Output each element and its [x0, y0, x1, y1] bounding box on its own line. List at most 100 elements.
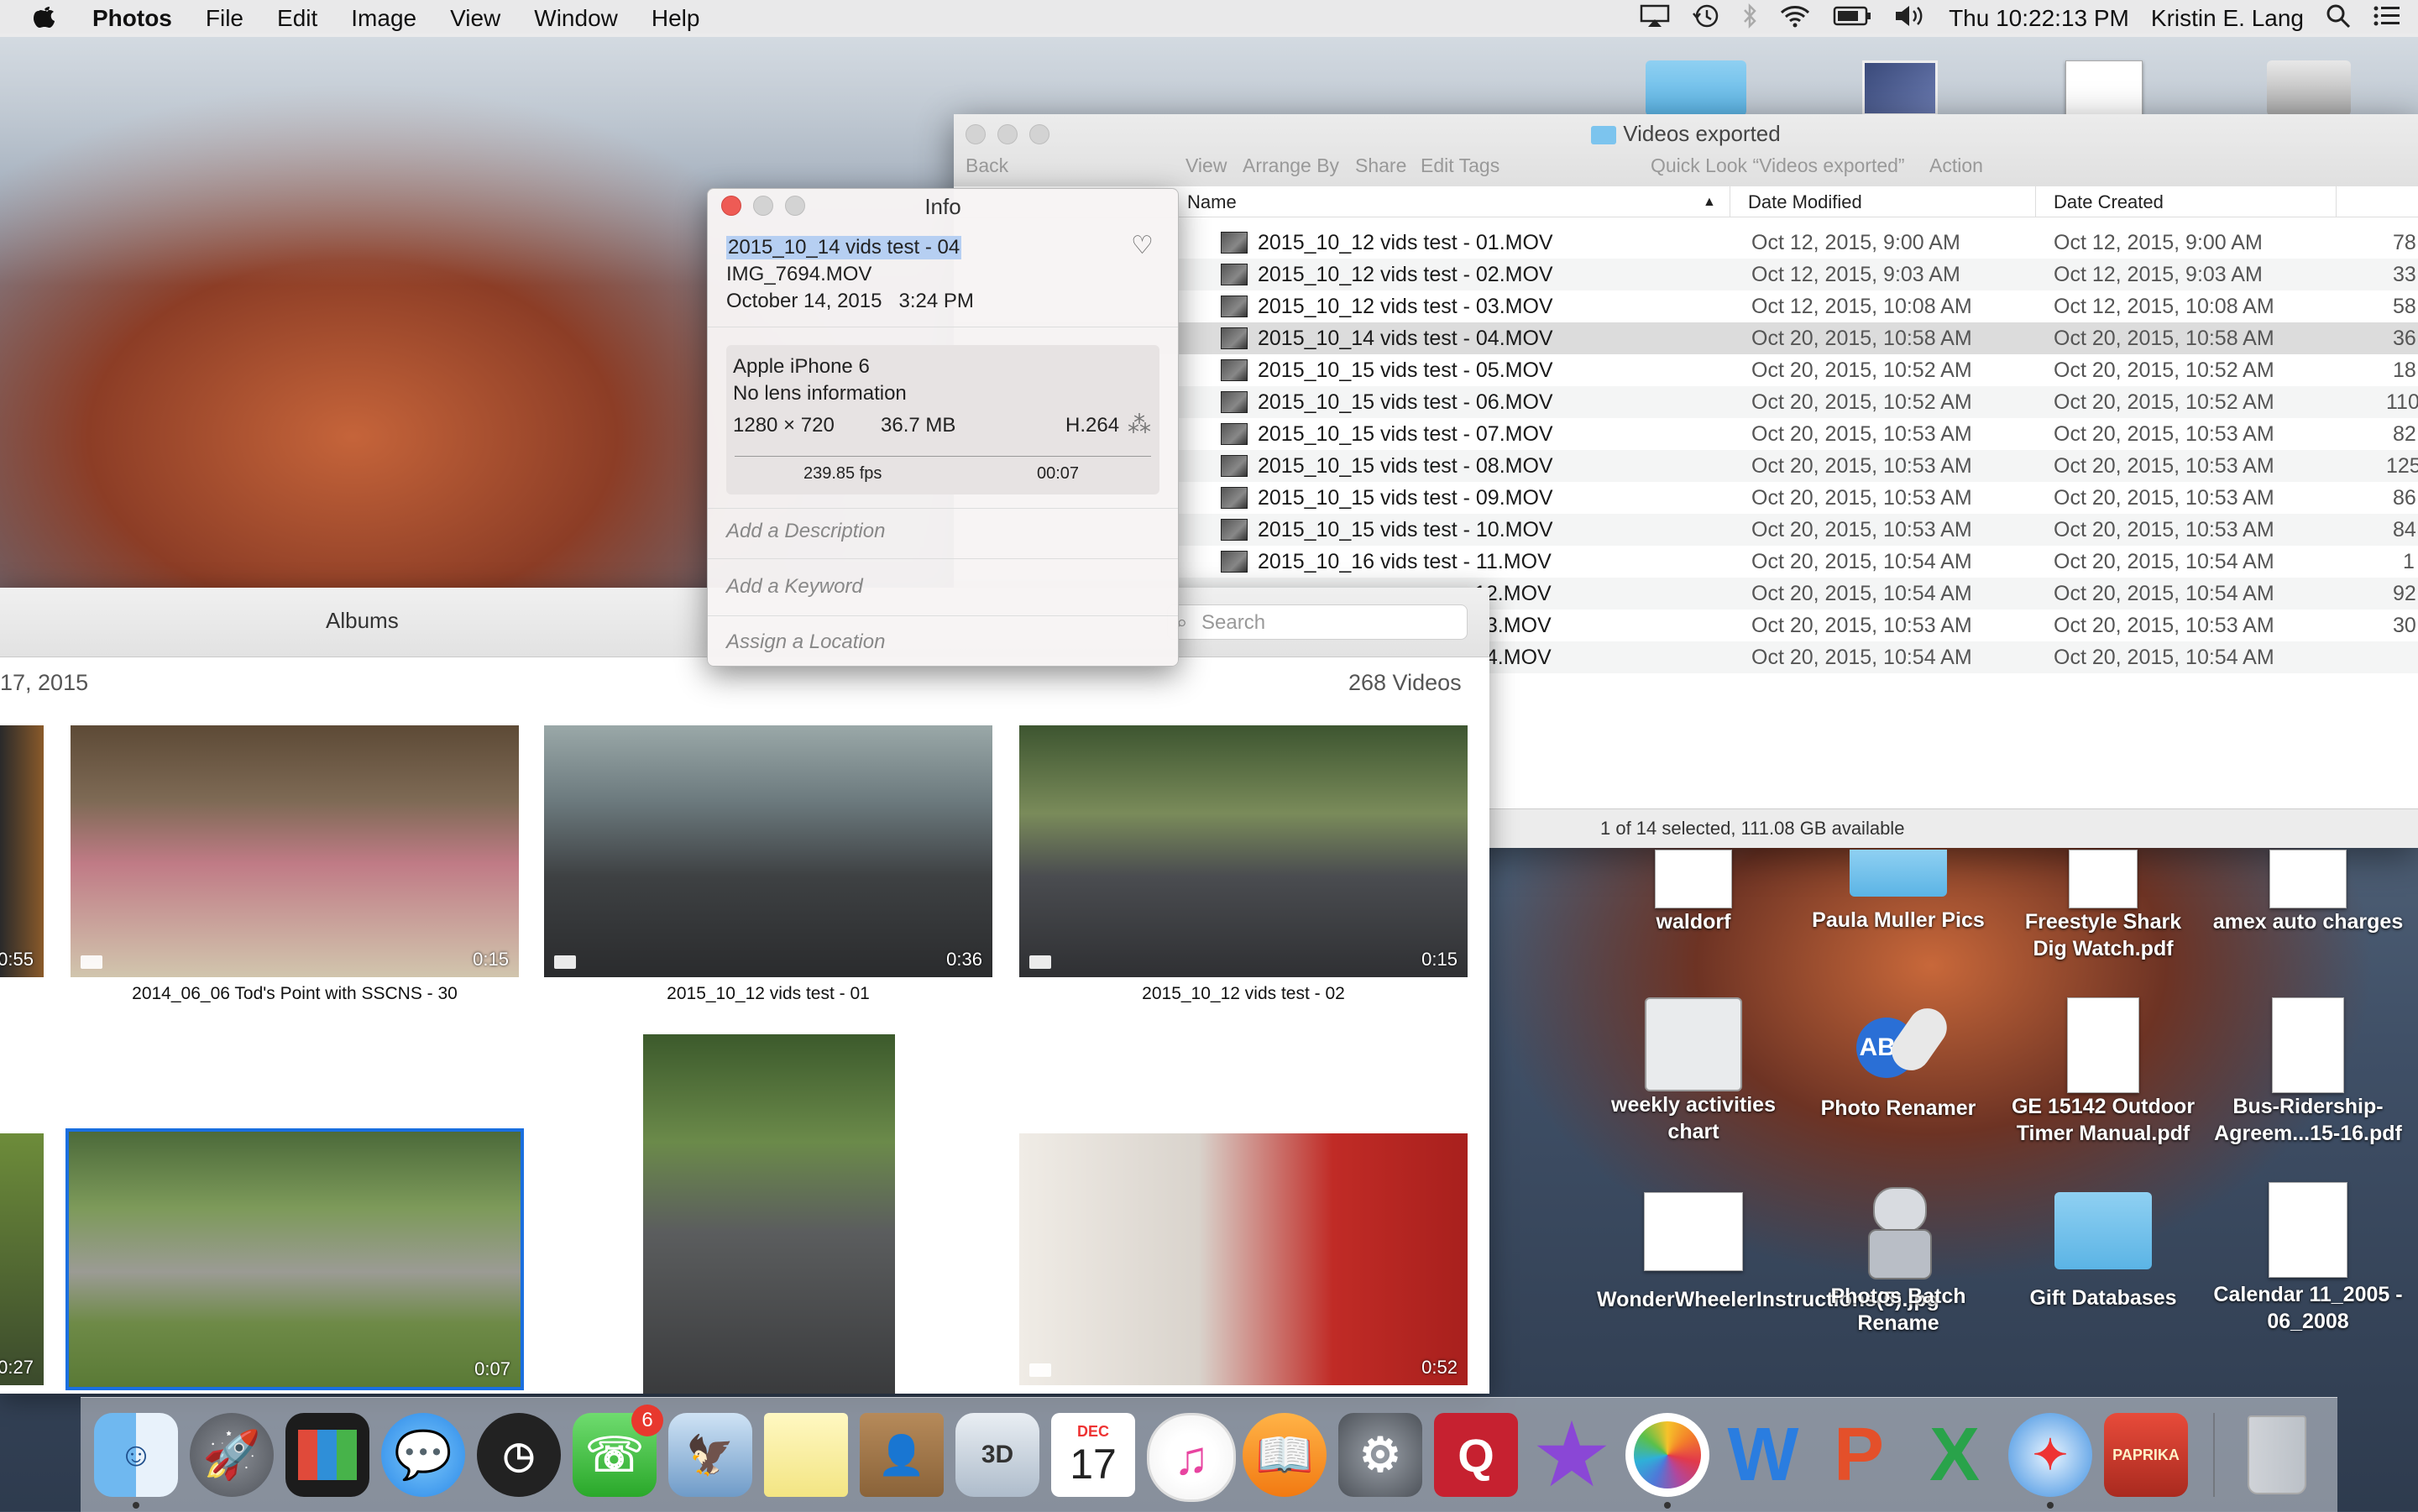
finder-status-text: 1 of 14 selected, 111.08 GB available	[1600, 818, 1905, 839]
menu-clock[interactable]: Thu 10:22:13 PM	[1949, 5, 2129, 32]
photos-dock-icon[interactable]	[1625, 1413, 1709, 1509]
notes-dock-icon[interactable]	[764, 1413, 848, 1497]
desktop-icon-bus-ridership[interactable]: Bus-Ridership-Agreem...15-16.pdf	[2211, 997, 2405, 1147]
column-name[interactable]: Name	[1187, 191, 1237, 213]
folder-icon	[1591, 126, 1617, 145]
photos-window: Albums ⌕ Search 17, 2015 268 Videos 0:55…	[0, 588, 1489, 1394]
finder-share-button[interactable]: Share	[1355, 154, 1406, 177]
desktop-icon-waldorf[interactable]: waldorf	[1597, 850, 1790, 935]
finder-view-button[interactable]: View	[1185, 154, 1227, 177]
column-date-modified[interactable]: Date Modified	[1748, 191, 1862, 213]
desktop-icon-weekly-activities-chart[interactable]: weekly activities chart	[1597, 997, 1790, 1145]
video-thumbnail-icon	[1221, 264, 1248, 285]
search-input[interactable]: ⌕ Search	[1167, 604, 1468, 640]
quicken-dock-icon[interactable]: Q	[1434, 1413, 1518, 1497]
powerpoint-dock-icon[interactable]: P	[1817, 1413, 1901, 1497]
menu-edit[interactable]: Edit	[260, 5, 334, 32]
divider	[735, 456, 1151, 457]
loading-spinner-icon: ⁂	[1128, 411, 1151, 437]
dashboard-dock-icon[interactable]: ◷	[477, 1413, 561, 1497]
column-date-created[interactable]: Date Created	[2054, 191, 2164, 213]
video-tile-selected[interactable]: 0:07	[65, 1128, 524, 1390]
dock-separator	[2213, 1413, 2215, 1497]
itunes-dock-icon[interactable]: ♫	[1147, 1413, 1236, 1502]
video-tile[interactable]: 0:15	[71, 725, 519, 977]
excel-dock-icon[interactable]: X	[1913, 1413, 1997, 1497]
menu-window[interactable]: Window	[517, 5, 635, 32]
contacts-dock-icon[interactable]: 👤	[860, 1413, 944, 1497]
system-preferences-dock-icon[interactable]: ⚙	[1338, 1413, 1422, 1497]
video-tile[interactable]: 0:55	[0, 725, 44, 977]
desktop-icon-paula-muller-pics[interactable]: Paula Muller Pics	[1802, 850, 1995, 934]
albums-title[interactable]: Albums	[326, 608, 399, 634]
battery-icon[interactable]	[1833, 5, 1871, 33]
description-field[interactable]: Add a Description	[726, 520, 885, 543]
desktop-folder-partial-icon[interactable]	[1646, 60, 1746, 116]
video-thumbnail-icon	[1221, 359, 1248, 381]
word-dock-icon[interactable]: W	[1721, 1413, 1805, 1497]
safari-dock-icon[interactable]: ✦	[2008, 1413, 2092, 1509]
imovie-dock-icon[interactable]: ★	[1530, 1410, 1614, 1500]
video-tile[interactable]: 0:15	[1019, 725, 1468, 977]
paprika-dock-icon[interactable]: PAPRIKA	[2104, 1413, 2188, 1497]
sort-ascending-icon[interactable]: ▲	[1703, 195, 1716, 210]
image-capture-dock-icon[interactable]: 3D	[955, 1413, 1039, 1497]
messages-dock-icon[interactable]: 💬	[381, 1413, 465, 1497]
desktop-icon-photos-batch-rename[interactable]: Photos Batch Rename	[1802, 1182, 1995, 1337]
spotlight-search-icon[interactable]	[2326, 3, 2351, 34]
calendar-dock-icon[interactable]: DEC 17	[1051, 1413, 1135, 1497]
desktop-doc-partial-icon[interactable]	[2065, 60, 2143, 118]
desktop-harddisk-partial-icon[interactable]	[2267, 60, 2351, 116]
menu-help[interactable]: Help	[635, 5, 717, 32]
launchpad-dock-icon[interactable]: 🚀	[190, 1413, 274, 1497]
finder-dock-icon[interactable]: ☺	[94, 1413, 178, 1509]
photo-booth-dock-icon[interactable]	[285, 1413, 369, 1497]
menu-image[interactable]: Image	[334, 5, 433, 32]
preview-dock-icon[interactable]: 🦅	[668, 1413, 752, 1497]
video-duration: 0:52	[1421, 1357, 1458, 1378]
video-duration: 0:15	[1421, 949, 1458, 970]
menu-file[interactable]: File	[189, 5, 260, 32]
desktop-icon-calendar-csv[interactable]: Calendar 11_2005 - 06_2008	[2211, 1182, 2405, 1335]
trash-dock-icon[interactable]	[2235, 1413, 2319, 1497]
desktop-icon-freestyle-shark[interactable]: Freestyle Shark Dig Watch.pdf	[2007, 850, 2200, 962]
menu-app-photos[interactable]: Photos	[76, 5, 189, 32]
facetime-dock-icon[interactable]: ☏ 6	[573, 1405, 663, 1497]
apple-menu-icon[interactable]	[0, 3, 76, 34]
volume-icon[interactable]	[1893, 4, 1927, 34]
video-tile[interactable]: 0:52	[1019, 1133, 1468, 1385]
video-thumbnail-icon	[1221, 551, 1248, 573]
video-duration: 0:07	[474, 1358, 510, 1379]
keyword-field[interactable]: Add a Keyword	[726, 575, 863, 599]
finder-arrange-button[interactable]: Arrange By	[1243, 154, 1339, 177]
video-tile[interactable]: 0:27	[0, 1133, 44, 1385]
desktop-icon-wonderwheeler[interactable]: WonderWheelerInstructions(5).jpg	[1597, 1192, 1939, 1313]
bluetooth-icon[interactable]	[1742, 3, 1757, 34]
spreadsheet-icon	[1645, 997, 1742, 1091]
finder-title: Videos exported	[954, 121, 2418, 147]
finder-action-button[interactable]: Action	[1929, 154, 1983, 177]
ibooks-dock-icon[interactable]: 📖	[1243, 1413, 1327, 1497]
location-field[interactable]: Assign a Location	[726, 630, 885, 654]
column-divider	[2336, 186, 2337, 217]
wifi-icon[interactable]	[1779, 4, 1811, 34]
video-tile[interactable]: 0:36	[544, 725, 992, 977]
video-thumbnail-icon	[1221, 423, 1248, 445]
time-machine-icon[interactable]	[1692, 3, 1720, 34]
title-field[interactable]: 2015_10_14 vids test - 04	[726, 236, 962, 259]
desktop-icon-ge-timer-manual[interactable]: GE 15142 Outdoor Timer Manual.pdf	[2007, 997, 2200, 1147]
desktop-image-partial-icon[interactable]	[1862, 60, 1938, 116]
favorite-heart-icon[interactable]: ♡	[1131, 231, 1154, 260]
desktop-icon-amex-auto-charges[interactable]: amex auto charges	[2211, 850, 2405, 935]
automator-robot-icon	[1848, 1182, 1949, 1279]
menu-user[interactable]: Kristin E. Lang	[2151, 5, 2304, 32]
menu-view[interactable]: View	[433, 5, 517, 32]
finder-edit-tags-button[interactable]: Edit Tags	[1421, 154, 1499, 177]
finder-quick-look-button[interactable]: Quick Look “Videos exported”	[1651, 154, 1905, 177]
finder-back-button[interactable]: Back	[966, 154, 1008, 177]
desktop-icon-gift-databases[interactable]: Gift Databases	[2007, 1192, 2200, 1311]
airplay-icon[interactable]	[1640, 4, 1670, 34]
video-tile[interactable]	[643, 1034, 895, 1394]
desktop-icon-photo-renamer[interactable]: ABC Photo Renamer	[1802, 997, 1995, 1122]
notification-center-icon[interactable]	[2373, 4, 2401, 34]
